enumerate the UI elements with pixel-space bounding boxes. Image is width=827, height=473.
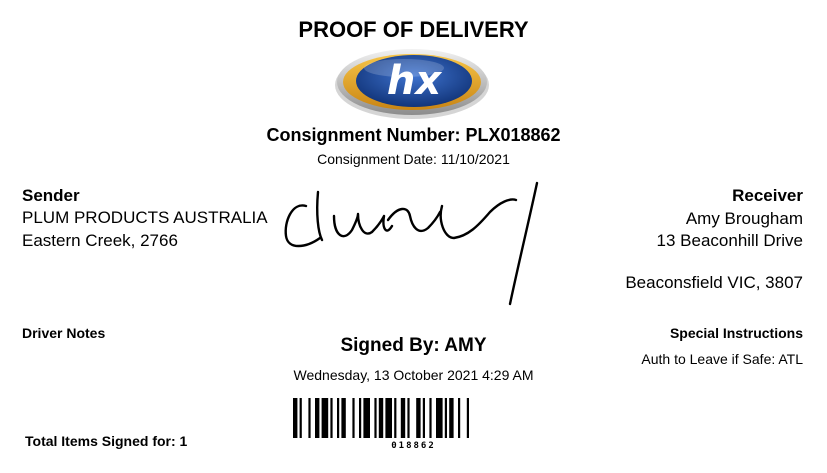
receiver-heading: Receiver: [732, 186, 803, 205]
page-title: PROOF OF DELIVERY: [298, 17, 529, 42]
sender-heading: Sender: [22, 186, 80, 205]
signed-by: Signed By: AMY: [340, 335, 487, 356]
sender-name: PLUM PRODUCTS AUSTRALIA: [22, 208, 268, 227]
signed-date: Wednesday, 13 October 2021 4:29 AM: [293, 367, 534, 383]
sender-suburb: Eastern Creek, 2766: [22, 231, 178, 250]
total-items-signed: Total Items Signed for: 1: [25, 433, 188, 449]
hx-logo-icon: hx: [335, 49, 489, 119]
svg-text:hx: hx: [387, 58, 442, 104]
receiver-name: Amy Brougham: [685, 209, 803, 228]
receiver-suburb: Beaconsfield VIC, 3807: [625, 273, 803, 292]
barcode-icon: [293, 398, 536, 438]
consignment-date: Consignment Date: 11/10/2021: [317, 151, 510, 167]
hx-logo: hx: [334, 46, 490, 120]
signature-image: [278, 176, 548, 310]
consignment-number: Consignment Number: PLX018862: [266, 125, 561, 145]
receiver-street: 13 Beaconhill Drive: [656, 231, 803, 250]
